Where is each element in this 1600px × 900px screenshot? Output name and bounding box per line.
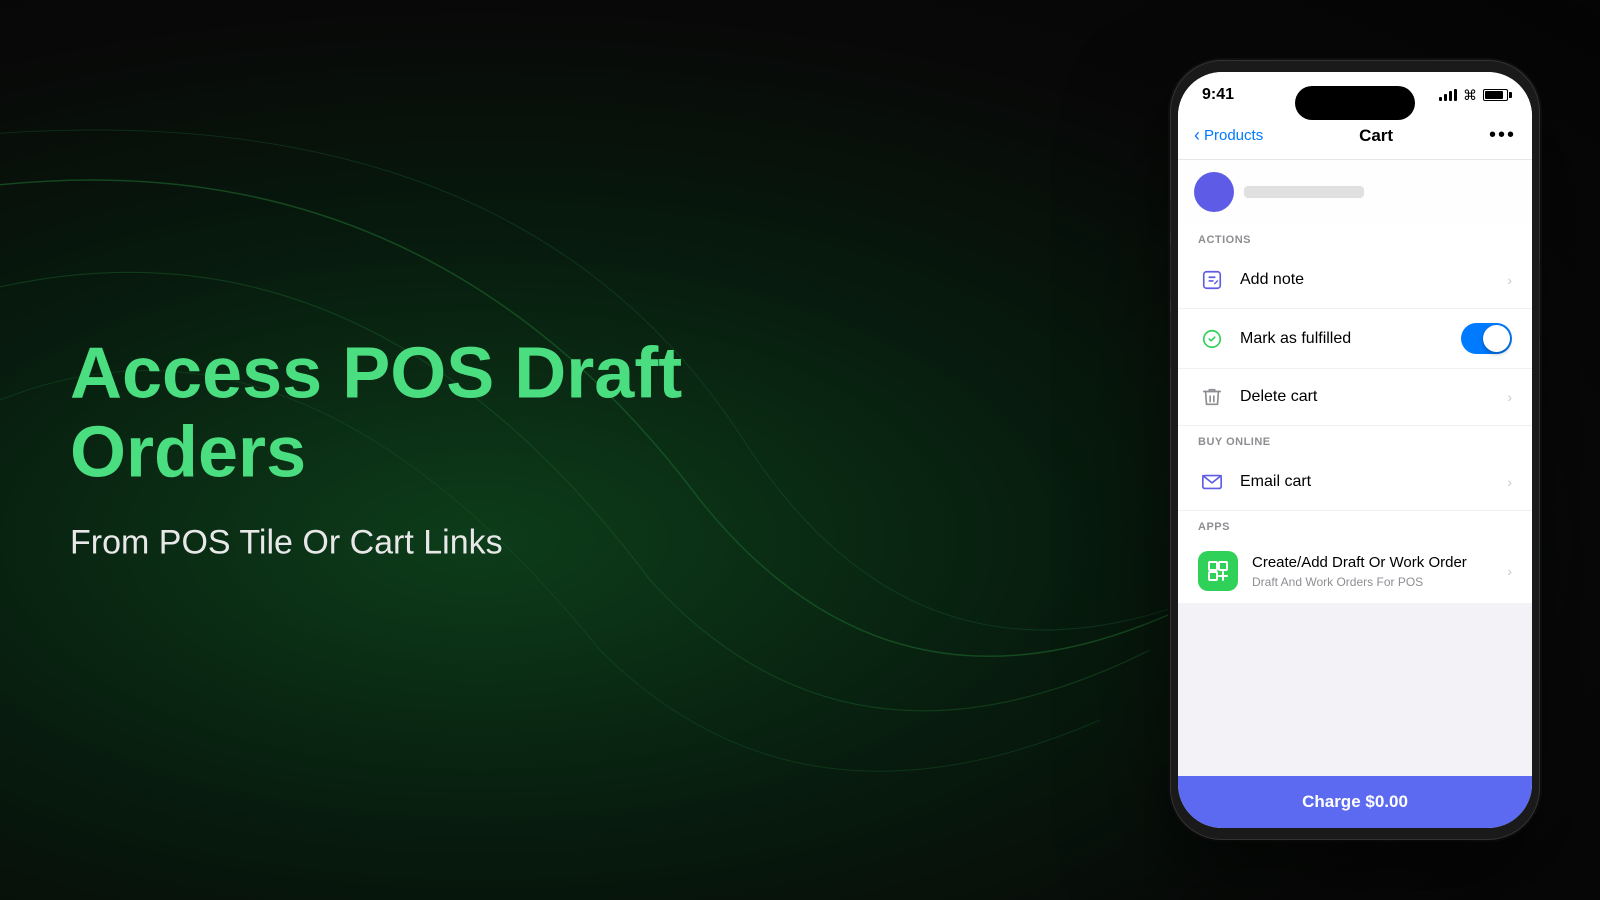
- nav-title: Cart: [1359, 126, 1393, 146]
- signal-icon: [1439, 89, 1457, 101]
- actions-section-label: ACTIONS: [1178, 224, 1532, 252]
- partial-avatar: [1194, 172, 1234, 212]
- phone-side-vol-up: [1170, 245, 1171, 301]
- nav-back-button[interactable]: ‹ Products: [1194, 125, 1263, 146]
- charge-bar[interactable]: Charge $0.00: [1178, 776, 1532, 828]
- main-title: Access POS Draft Orders: [70, 335, 910, 493]
- app-item-text: Create/Add Draft Or Work Order Draft And…: [1252, 553, 1493, 589]
- email-cart-item[interactable]: Email cart ›: [1178, 454, 1532, 511]
- phone-screen: 9:41 ⌘ ‹ Products Cart •••: [1178, 72, 1532, 828]
- toggle-knob: [1483, 325, 1510, 352]
- dynamic-island: [1295, 86, 1415, 120]
- trash-icon: [1198, 383, 1226, 411]
- app-title: Create/Add Draft Or Work Order: [1252, 553, 1493, 573]
- add-note-chevron: ›: [1507, 272, 1512, 288]
- add-note-label: Add note: [1240, 271, 1493, 289]
- chevron-left-icon: ‹: [1194, 125, 1200, 146]
- email-icon: [1198, 468, 1226, 496]
- draft-order-app-item[interactable]: Create/Add Draft Or Work Order Draft And…: [1178, 539, 1532, 603]
- app-chevron: ›: [1507, 563, 1512, 579]
- app-icon: [1198, 551, 1238, 591]
- buy-online-section-label: BUY ONLINE: [1178, 426, 1532, 454]
- fulfilled-toggle[interactable]: [1461, 323, 1512, 354]
- apps-section-label: APPS: [1178, 511, 1532, 539]
- phone-side-power: [1539, 260, 1540, 340]
- email-cart-label: Email cart: [1240, 473, 1493, 491]
- mark-fulfilled-item[interactable]: Mark as fulfilled: [1178, 309, 1532, 369]
- delete-cart-chevron: ›: [1507, 389, 1512, 405]
- battery-icon: [1483, 89, 1508, 101]
- actions-menu: ACTIONS Add note ›: [1178, 224, 1532, 603]
- left-content: Access POS Draft Orders From POS Tile Or…: [70, 335, 910, 566]
- more-button[interactable]: •••: [1489, 124, 1516, 147]
- mark-fulfilled-label: Mark as fulfilled: [1240, 330, 1447, 348]
- fulfilled-icon: [1198, 325, 1226, 353]
- note-icon: [1198, 266, 1226, 294]
- add-note-item[interactable]: Add note ›: [1178, 252, 1532, 309]
- phone-side-vol-down: [1170, 312, 1171, 368]
- app-subtitle: Draft And Work Orders For POS: [1252, 575, 1493, 589]
- phone: 9:41 ⌘ ‹ Products Cart •••: [1170, 60, 1540, 840]
- sub-title: From POS Tile Or Cart Links: [70, 521, 910, 565]
- delete-cart-label: Delete cart: [1240, 388, 1493, 406]
- status-icons: ⌘: [1439, 87, 1508, 104]
- partial-background-item: [1178, 160, 1532, 224]
- delete-cart-item[interactable]: Delete cart ›: [1178, 369, 1532, 426]
- nav-back-label: Products: [1204, 127, 1263, 144]
- wifi-icon: ⌘: [1463, 87, 1477, 104]
- partial-text: [1244, 186, 1364, 198]
- screen-content: ACTIONS Add note ›: [1178, 160, 1532, 776]
- gray-area: [1178, 603, 1532, 683]
- charge-button[interactable]: Charge $0.00: [1302, 792, 1408, 811]
- phone-wrapper: 9:41 ⌘ ‹ Products Cart •••: [1170, 60, 1540, 840]
- phone-side-mute: [1170, 200, 1171, 232]
- email-cart-chevron: ›: [1507, 474, 1512, 490]
- status-time: 9:41: [1202, 86, 1234, 104]
